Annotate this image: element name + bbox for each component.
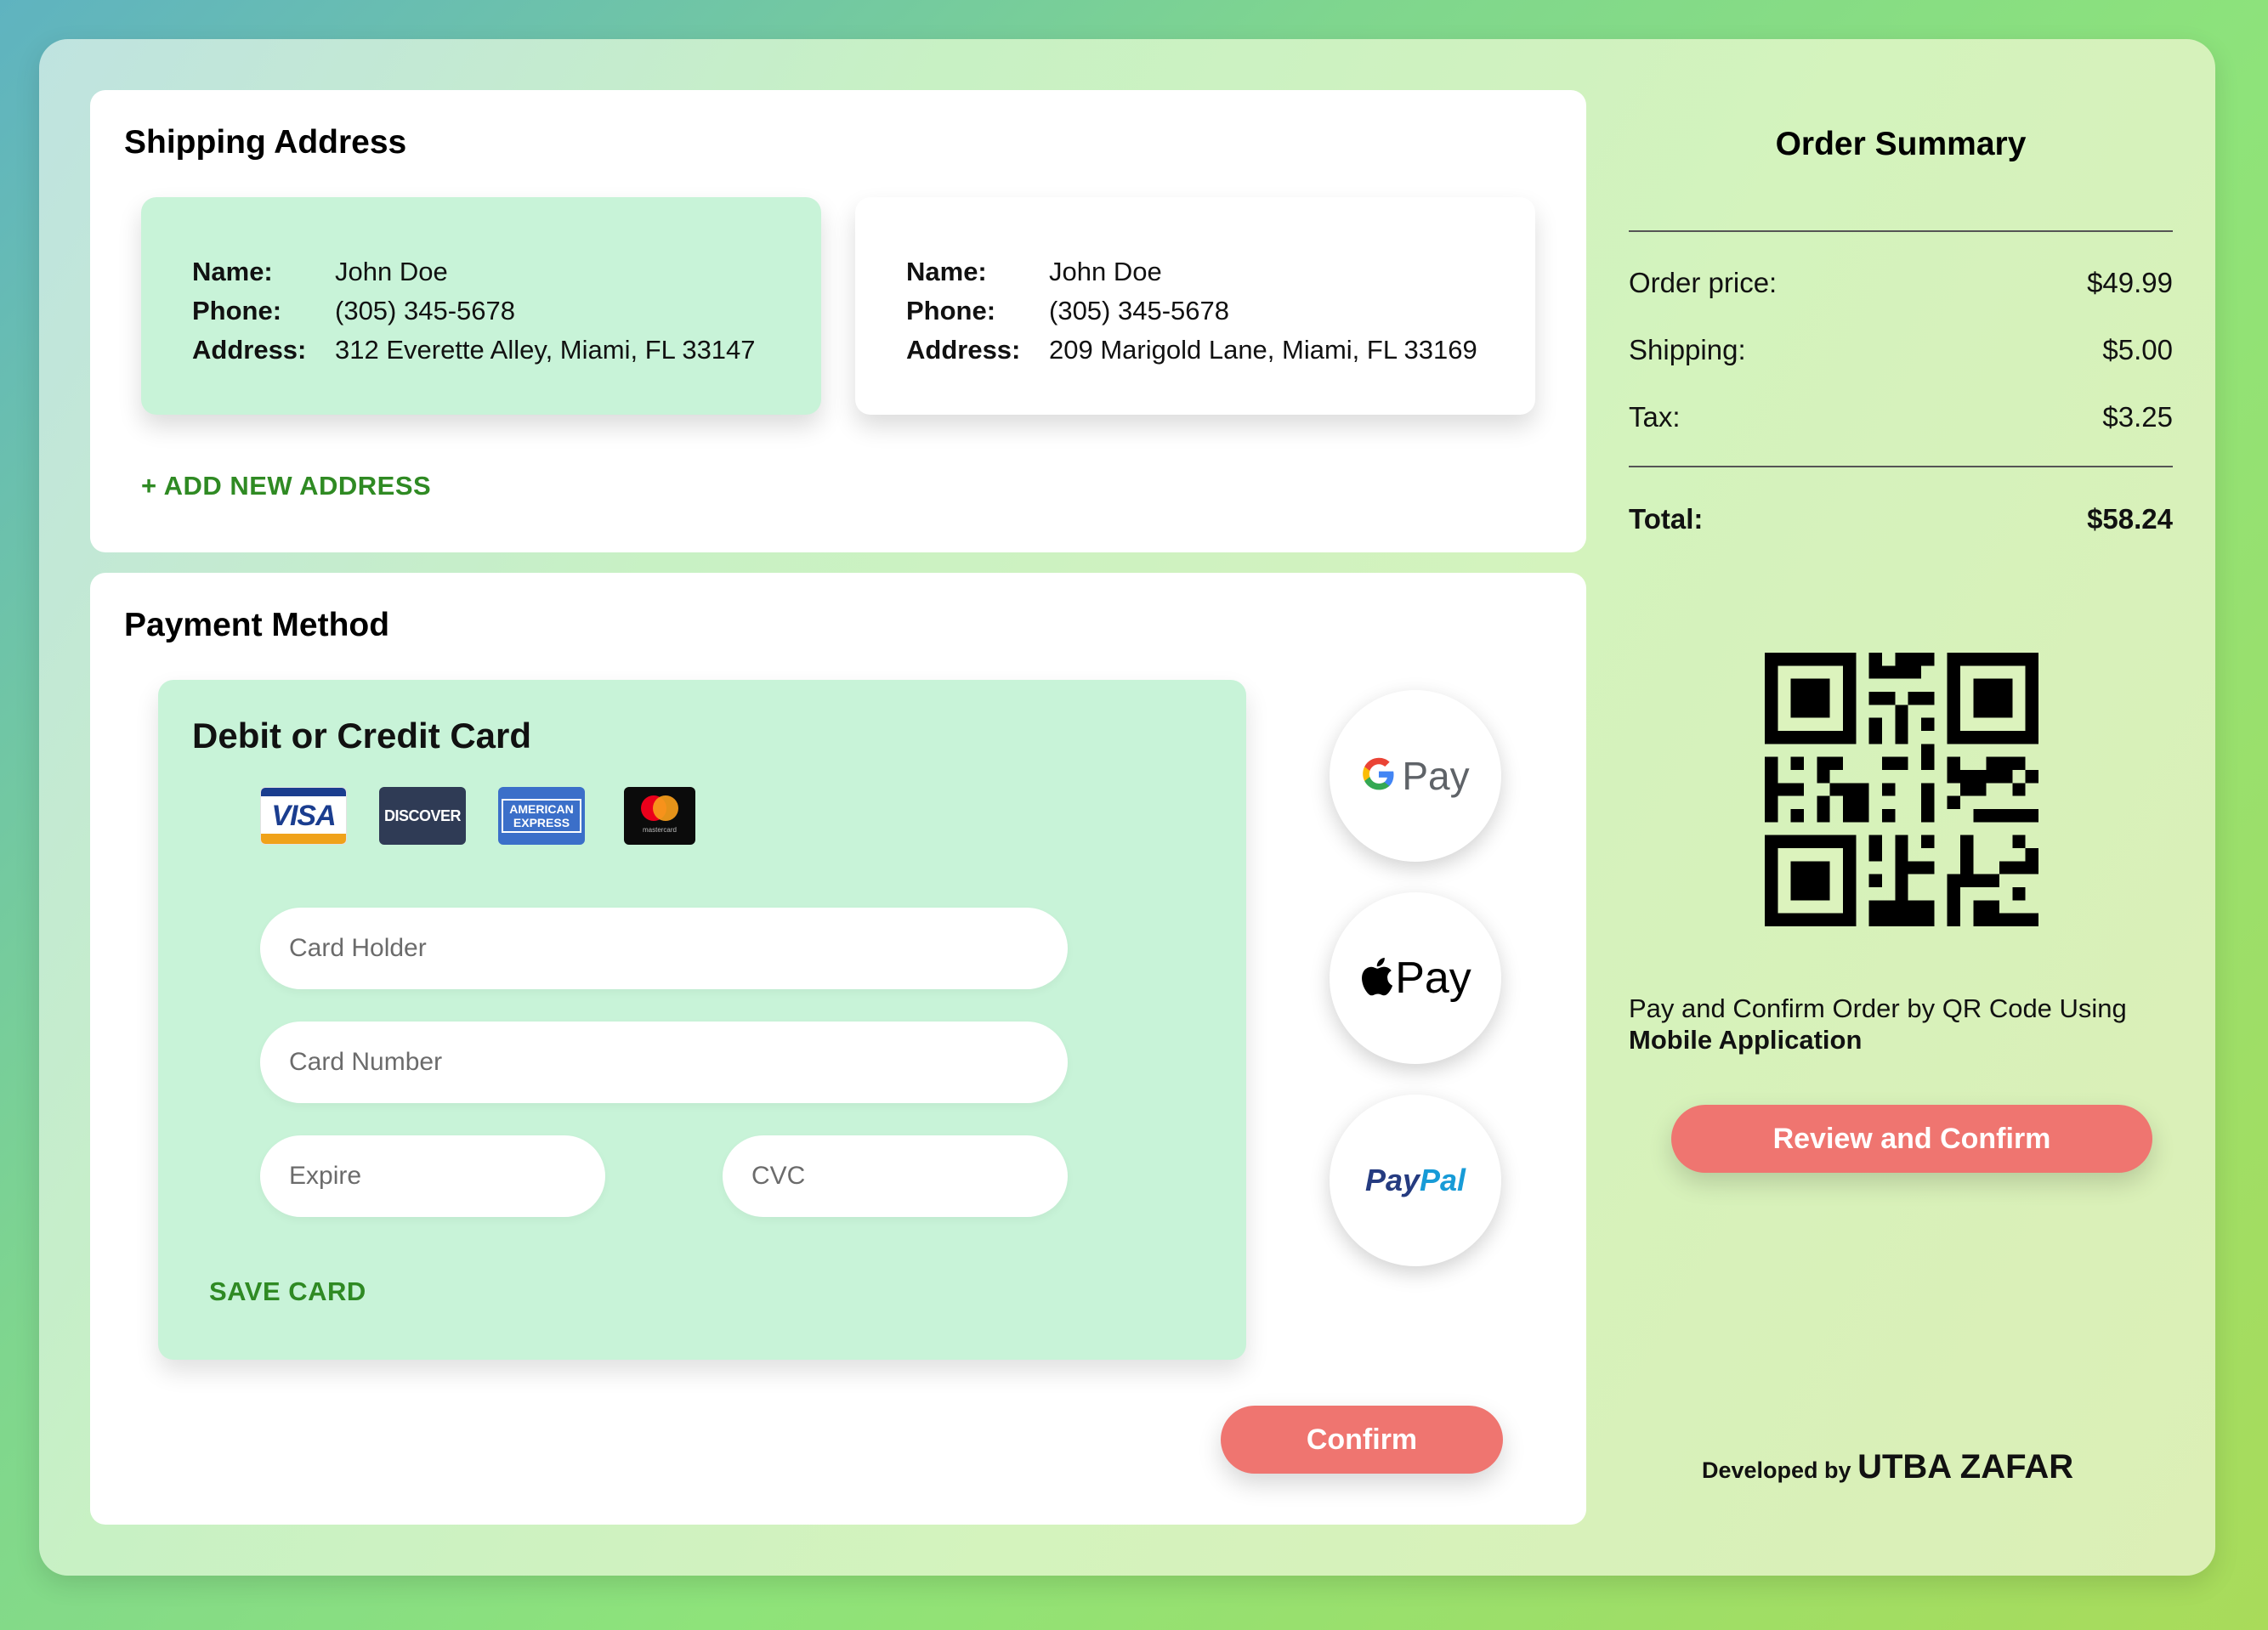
google-pay-button[interactable]: Pay — [1330, 690, 1501, 862]
shipping-panel: Shipping Address Name: John Doe Phone: (30… — [90, 90, 1586, 552]
visa-logo: VISA — [260, 787, 347, 845]
payment-title: Payment Method — [124, 607, 390, 643]
card-form: Debit or Credit Card VISA DISCOVER AMERI… — [158, 680, 1246, 1360]
discover-logo: DISCOVER — [379, 787, 466, 845]
qr-instructions: Pay and Confirm Order by QR Code Using M… — [1629, 993, 2127, 1055]
mastercard-logo: mastercard — [624, 787, 695, 845]
google-g-icon — [1361, 756, 1397, 796]
summary-divider-top — [1629, 230, 2173, 232]
summary-divider-bottom — [1629, 466, 2173, 467]
apple-icon — [1359, 956, 1393, 1001]
order-summary-title: Order Summary — [1775, 126, 2027, 162]
apple-pay-button[interactable]: Pay — [1330, 892, 1501, 1064]
save-card-link[interactable]: SAVE CARD — [209, 1276, 366, 1307]
address-row-name: Name: John Doe — [192, 257, 448, 286]
confirm-button[interactable]: Confirm — [1221, 1406, 1503, 1474]
address-card-2[interactable]: Name: John Doe Phone: (305) 345-5678 Addre… — [855, 197, 1535, 415]
card-section-title: Debit or Credit Card — [192, 716, 532, 756]
summary-row-order-price: Order price: $49.99 — [1629, 267, 2173, 298]
expire-input[interactable] — [260, 1135, 605, 1217]
address-row-address: Address: 209 Marigold Lane, Miami, FL 331… — [906, 335, 1477, 365]
amex-logo: AMERICAN EXPRESS — [498, 787, 585, 845]
google-pay-label: Pay — [1402, 754, 1470, 798]
add-new-address-link[interactable]: + ADD NEW ADDRESS — [141, 471, 431, 501]
summary-row-shipping: Shipping: $5.00 — [1629, 334, 2173, 365]
card-number-input[interactable] — [260, 1022, 1068, 1103]
summary-row-tax: Tax: $3.25 — [1629, 401, 2173, 433]
address-row-name: Name: John Doe — [906, 257, 1162, 286]
shipping-title: Shipping Address — [124, 124, 407, 161]
paypal-logo: PayPal — [1364, 1163, 1466, 1197]
address-card-1[interactable]: Name: John Doe Phone: (305) 345-5678 Addre… — [141, 197, 821, 415]
address-row-phone: Phone: (305) 345-5678 — [192, 296, 515, 325]
card-holder-input[interactable] — [260, 908, 1068, 989]
apple-pay-label: Pay — [1395, 954, 1471, 1003]
summary-row-total: Total: $58.24 — [1629, 503, 2173, 535]
paypal-button[interactable]: PayPal — [1330, 1095, 1501, 1266]
qr-code-icon — [1765, 653, 2038, 926]
address-row-address: Address: 312 Everette Alley, Miami, FL 33… — [192, 335, 756, 365]
developer-credit: Developed by UTBA ZAFAR — [1702, 1448, 2074, 1486]
address-row-phone: Phone: (305) 345-5678 — [906, 296, 1229, 325]
cvc-input[interactable] — [723, 1135, 1068, 1217]
payment-panel: Payment Method Debit or Credit Card VISA… — [90, 573, 1586, 1525]
review-and-confirm-button[interactable]: Review and Confirm — [1671, 1105, 2152, 1173]
